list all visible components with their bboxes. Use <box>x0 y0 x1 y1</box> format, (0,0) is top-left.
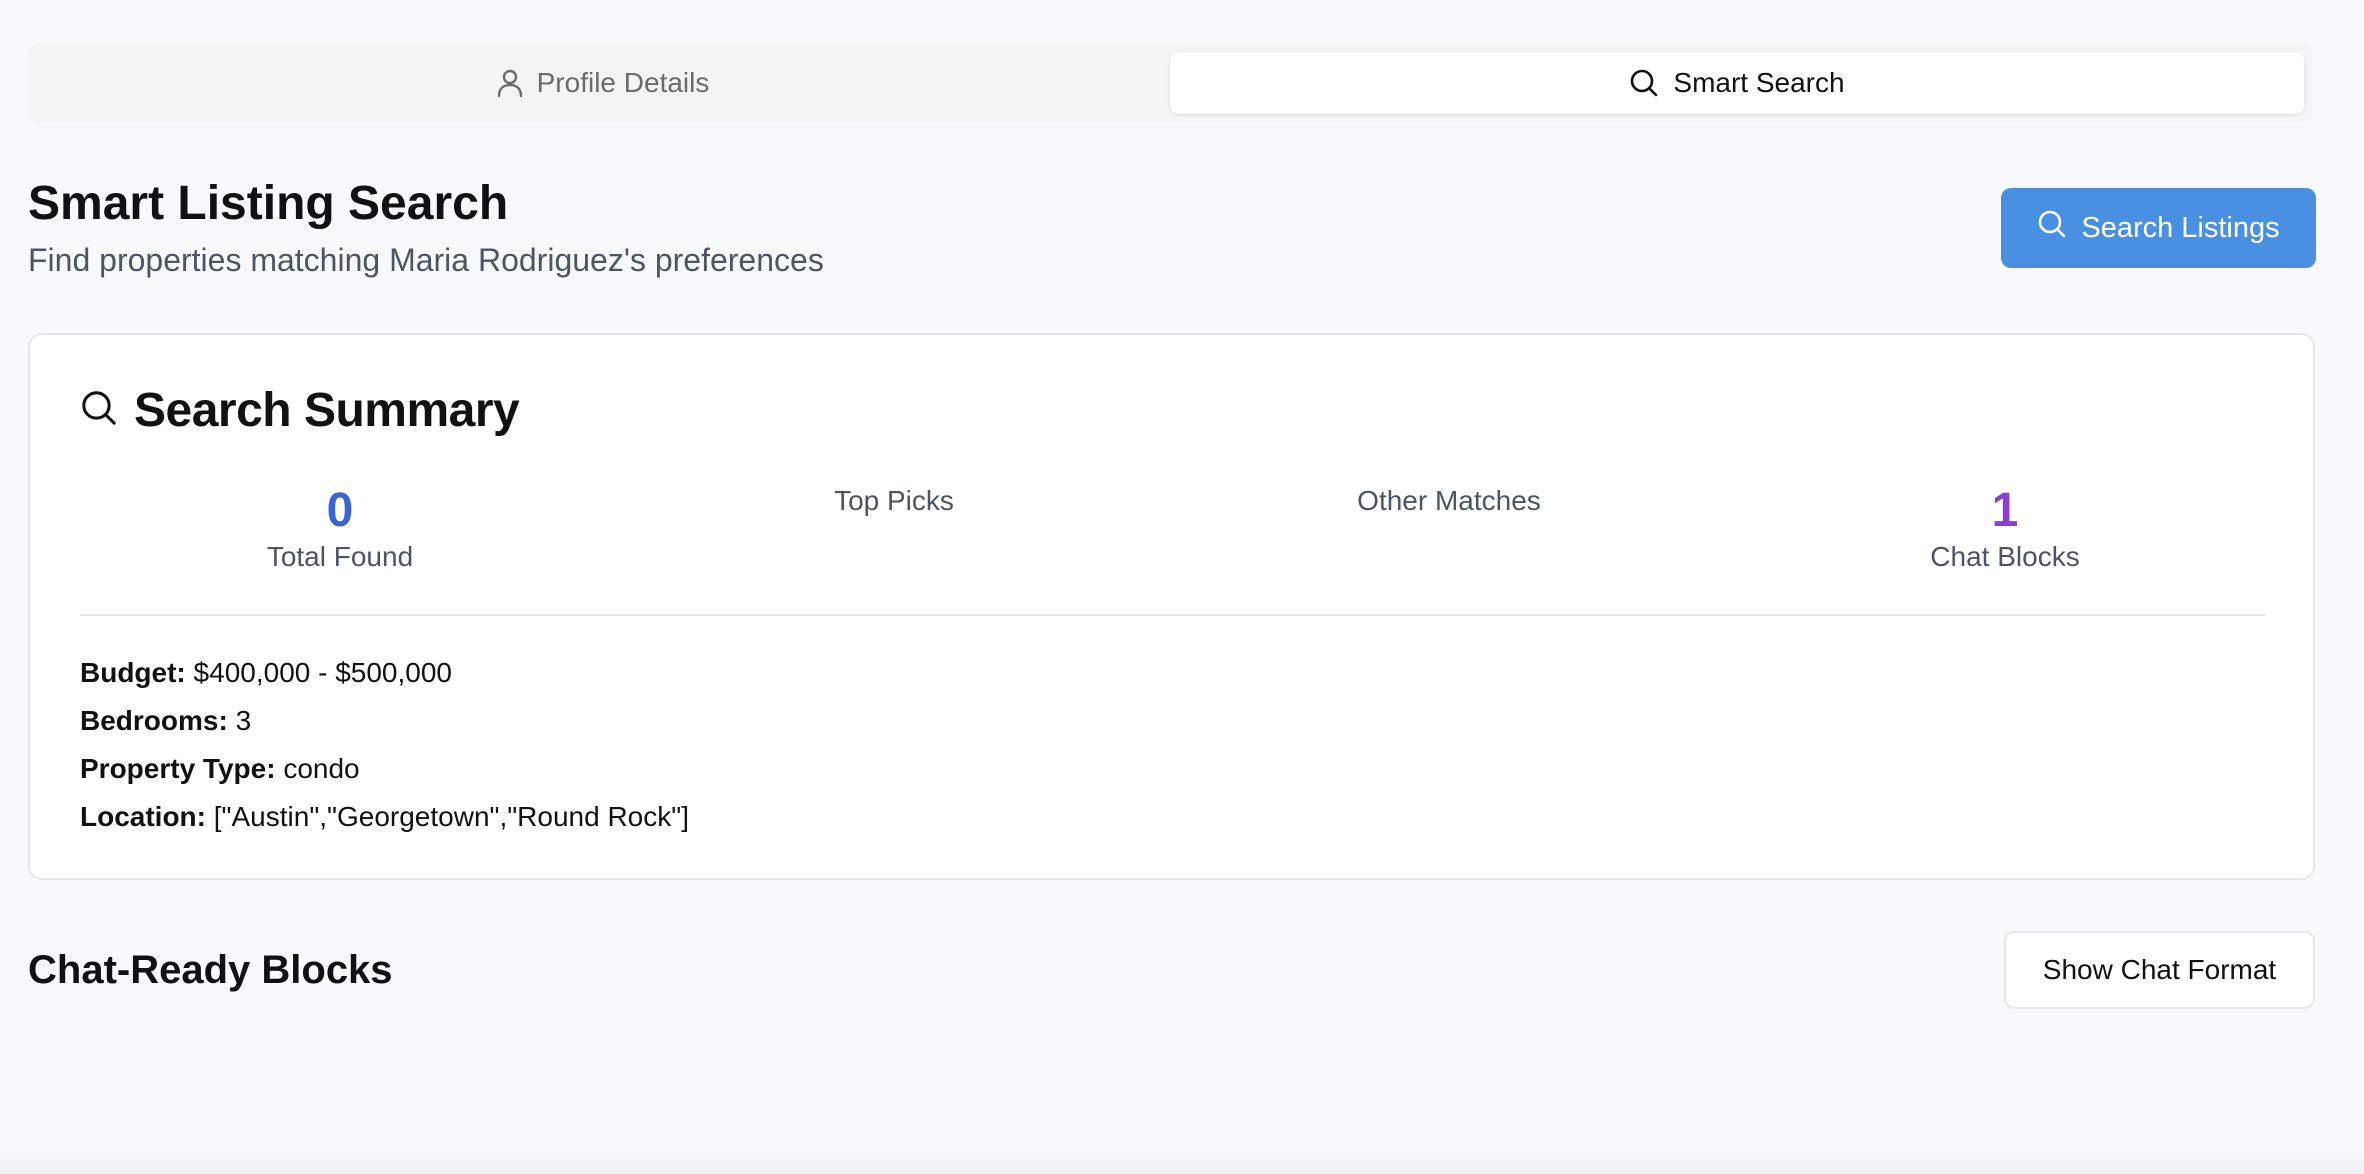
criteria-property-type: Property Type: condo <box>80 745 689 793</box>
stat-total-found-value: 0 <box>326 484 354 537</box>
criteria-budget: Budget: $400,000 - $500,000 <box>80 649 689 697</box>
criteria-property-type-value: condo <box>283 753 360 784</box>
criteria-location-value: ["Austin","Georgetown","Round Rock"] <box>213 801 689 832</box>
tab-bar: Profile Details Smart Search <box>28 44 2312 122</box>
stat-total-found-label: Total Found <box>266 541 414 572</box>
search-icon <box>2037 209 2067 247</box>
stat-other-matches-label: Other Matches <box>1357 485 1541 516</box>
stat-chat-blocks-label: Chat Blocks <box>1930 541 2080 572</box>
search-criteria: Budget: $400,000 - $500,000 Bedrooms: 3 … <box>80 649 689 841</box>
tab-profile-details-label: Profile Details <box>536 67 710 98</box>
tab-smart-search-label: Smart Search <box>1673 67 1845 98</box>
summary-divider <box>80 614 2266 616</box>
search-icon <box>80 389 118 432</box>
stat-top-picks-label: Top Picks <box>834 485 954 516</box>
page-subtitle: Find properties matching Maria Rodriguez… <box>28 242 824 278</box>
user-icon <box>497 68 523 98</box>
chat-ready-blocks-title: Chat-Ready Blocks <box>28 948 393 992</box>
criteria-location: Location: ["Austin","Georgetown","Round … <box>80 793 689 841</box>
search-summary-title: Search Summary <box>134 384 520 437</box>
criteria-location-label: Location: <box>80 801 206 832</box>
criteria-bedrooms-value: 3 <box>235 705 252 736</box>
criteria-bedrooms-label: Bedrooms: <box>80 705 228 736</box>
criteria-budget-value: $400,000 - $500,000 <box>193 657 452 688</box>
stat-top-picks: Top Picks <box>714 483 1074 519</box>
stat-other-matches: Other Matches <box>1269 483 1629 519</box>
tab-profile-details[interactable]: Profile Details <box>36 52 1170 114</box>
page-title: Smart Listing Search <box>28 177 509 230</box>
tab-smart-search[interactable]: Smart Search <box>1170 52 2304 114</box>
stat-chat-blocks: 1 Chat Blocks <box>1825 483 2185 575</box>
bottom-shadow <box>0 1150 2364 1174</box>
search-listings-button[interactable]: Search Listings <box>2001 188 2316 268</box>
criteria-property-type-label: Property Type: <box>80 753 276 784</box>
search-summary-header: Search Summary <box>80 383 520 438</box>
search-icon <box>1629 68 1659 98</box>
search-summary-card: Search Summary 0 Total Found Top Picks O… <box>28 333 2315 880</box>
criteria-budget-label: Budget: <box>80 657 186 688</box>
show-chat-format-button[interactable]: Show Chat Format <box>2004 931 2315 1009</box>
stat-total-found: 0 Total Found <box>160 483 520 575</box>
criteria-bedrooms: Bedrooms: 3 <box>80 697 689 745</box>
stat-chat-blocks-value: 1 <box>1991 484 2019 537</box>
search-listings-label: Search Listings <box>2081 211 2280 244</box>
